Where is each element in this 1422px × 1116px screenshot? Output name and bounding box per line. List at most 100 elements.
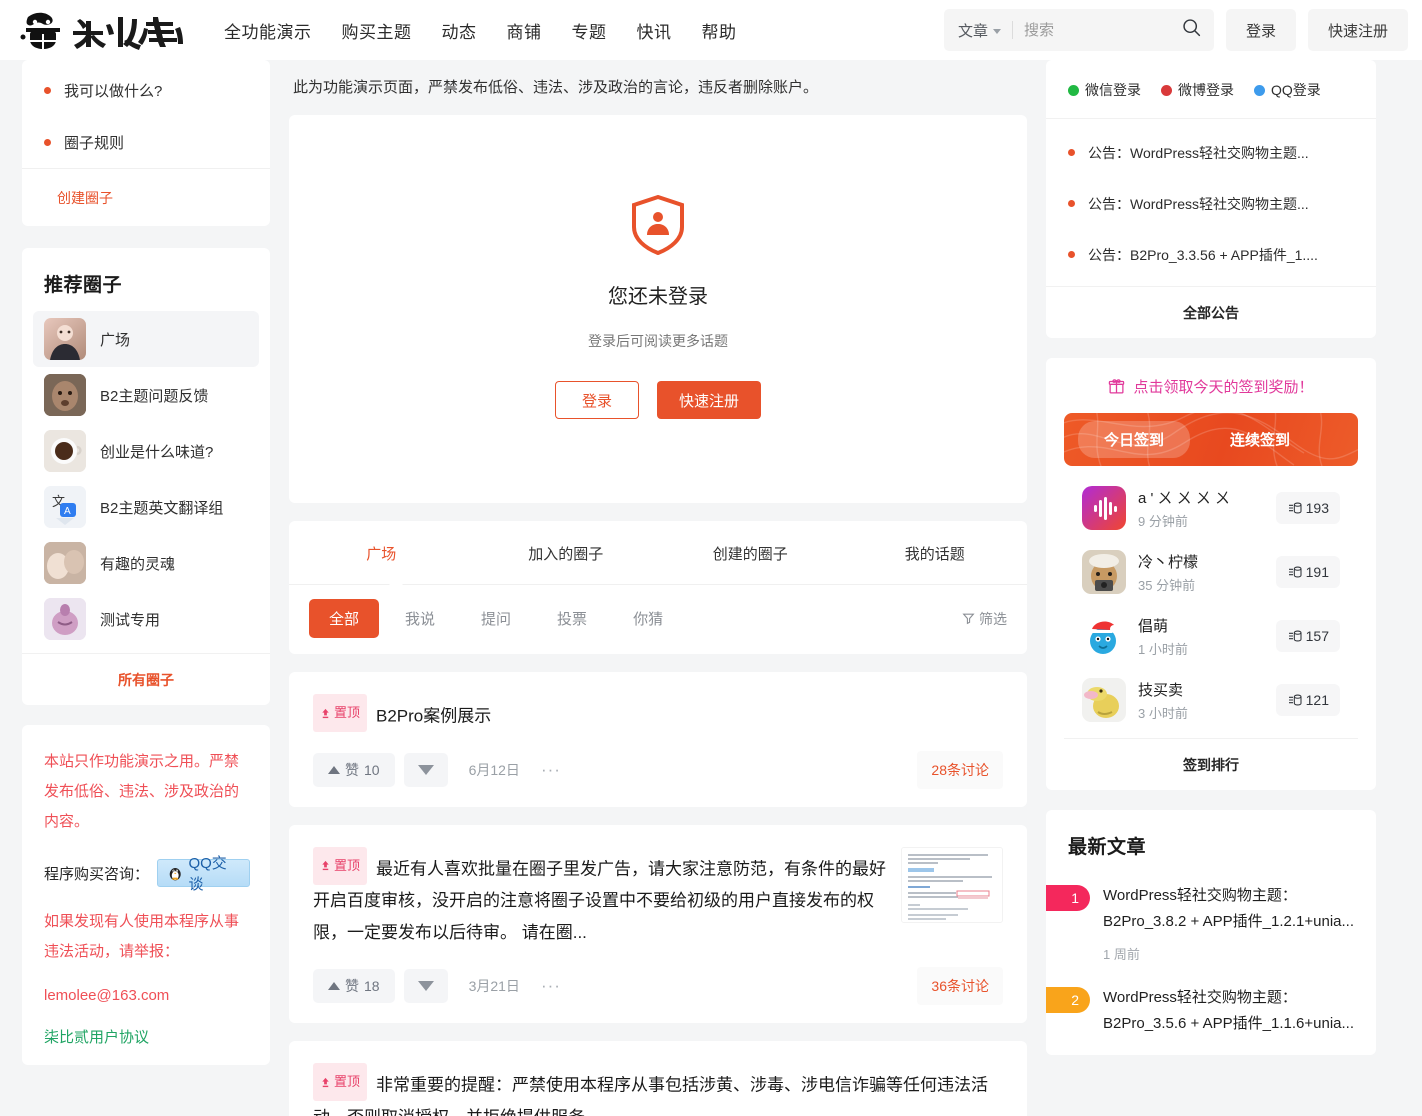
social-label: 微信登录 bbox=[1085, 82, 1141, 98]
circle-item-b2-translation[interactable]: 文A B2主题英文翻译组 bbox=[33, 479, 259, 535]
filter-button[interactable]: 筛选 bbox=[962, 609, 1007, 629]
header-login-button[interactable]: 登录 bbox=[1225, 9, 1296, 51]
post-more-button[interactable]: ··· bbox=[541, 976, 561, 996]
signin-count-badge[interactable]: 193 bbox=[1275, 492, 1340, 524]
all-announcements-link[interactable]: 全部公告 bbox=[1046, 286, 1376, 338]
feed-filter-row: 全部 我说 提问 投票 你猜 筛选 bbox=[289, 585, 1027, 654]
penguin-icon bbox=[169, 867, 181, 880]
signin-reward-link[interactable]: 点击领取今天的签到奖励！ bbox=[1064, 376, 1358, 413]
wechat-dot-icon bbox=[1068, 84, 1079, 96]
post-item[interactable]: 置顶 B2Pro案例展示 赞 10 6月12日 ··· 28条讨论 bbox=[289, 672, 1027, 807]
signin-count-badge[interactable]: 121 bbox=[1275, 684, 1340, 716]
coin-stack-icon bbox=[1288, 630, 1302, 642]
svg-text:A: A bbox=[64, 506, 71, 517]
nav-item-4[interactable]: 专题 bbox=[572, 18, 607, 43]
site-logo[interactable] bbox=[10, 6, 210, 54]
circle-item-startup-taste[interactable]: 创业是什么味道? bbox=[33, 423, 259, 479]
sidebar-item-label: 圈子规则 bbox=[64, 134, 125, 152]
nav-item-3[interactable]: 商铺 bbox=[507, 18, 542, 43]
post-title[interactable]: B2Pro案例展示 bbox=[376, 707, 491, 726]
article-item[interactable]: 2 WordPress轻社交购物主题：B2Pro_3.5.6 + APP插件_1… bbox=[1046, 971, 1376, 1045]
search-category-select[interactable]: 文章 bbox=[958, 20, 1001, 41]
announcement-item[interactable]: 公告：B2Pro_3.3.56 + APP插件_1.... bbox=[1046, 229, 1376, 280]
signin-streak-button[interactable]: 连续签到 bbox=[1230, 429, 1290, 450]
tab-joined-circles[interactable]: 加入的圈子 bbox=[474, 521, 659, 584]
signin-count-badge[interactable]: 157 bbox=[1275, 620, 1340, 652]
signin-user-row[interactable]: 技买卖 3 小时前 121 bbox=[1064, 668, 1358, 732]
report-email[interactable]: lemolee@163.com bbox=[44, 987, 250, 1004]
post-thumbnail[interactable] bbox=[901, 846, 1003, 923]
announcement-label: 公告：WordPress轻社交购物主题... bbox=[1088, 195, 1309, 212]
qq-login-button[interactable]: QQ登录 bbox=[1254, 80, 1321, 100]
left-sidebar: 我可以做什么? 圈子规则 创建圈子 推荐圈子 广场 B2主题问题反馈 创业是什么… bbox=[22, 60, 270, 1116]
post-comments-count[interactable]: 36条讨论 bbox=[917, 967, 1003, 1005]
signin-rank-link[interactable]: 签到排行 bbox=[1064, 738, 1358, 790]
upvote-button[interactable]: 赞 18 bbox=[313, 969, 395, 1003]
post-title-row: 置顶 最近有人喜欢批量在圈子里发广告，请大家注意防范，有条件的最好开启百度审核，… bbox=[313, 846, 887, 950]
post-title[interactable]: 非常重要的提醒：严禁使用本程序从事包括涉黄、涉毒、涉电信诈骗等任何违法活动，否则… bbox=[313, 1076, 988, 1116]
tab-plaza[interactable]: 广场 bbox=[289, 521, 474, 584]
chip-question[interactable]: 提问 bbox=[461, 599, 531, 638]
weibo-login-button[interactable]: 微博登录 bbox=[1161, 80, 1234, 100]
pinned-badge-label: 置顶 bbox=[334, 1074, 361, 1089]
nav-item-2[interactable]: 动态 bbox=[442, 18, 477, 43]
chip-say[interactable]: 我说 bbox=[385, 599, 455, 638]
article-title[interactable]: WordPress轻社交购物主题：B2Pro_3.5.6 + APP插件_1.1… bbox=[1103, 985, 1356, 1037]
qq-chat-button[interactable]: QQ交谈 bbox=[157, 855, 250, 893]
signin-user-list: a ' ㄨ ㄨ ㄨ ㄨ 9 分钟前 193 冷丶柠檬 35 分钟前 191 倡萌… bbox=[1064, 466, 1358, 732]
post-body: 置顶 B2Pro案例展示 bbox=[313, 694, 1003, 733]
feed-tabs: 广场 加入的圈子 创建的圈子 我的话题 bbox=[289, 521, 1027, 585]
circle-item-interesting-souls[interactable]: 有趣的灵魂 bbox=[33, 535, 259, 591]
tab-my-topics[interactable]: 我的话题 bbox=[843, 521, 1028, 584]
search-divider bbox=[1011, 21, 1013, 39]
triangle-up-icon bbox=[328, 982, 340, 990]
create-circle-link[interactable]: 创建圈子 bbox=[22, 168, 270, 226]
bullet-icon bbox=[1068, 251, 1075, 258]
search-input[interactable] bbox=[1023, 21, 1175, 39]
register-button[interactable]: 快速注册 bbox=[657, 381, 762, 419]
sidebar-item-circle-rules[interactable]: 圈子规则 bbox=[22, 116, 270, 168]
post-title[interactable]: 最近有人喜欢批量在圈子里发广告，请大家注意防范，有条件的最好开启百度审核，没开启… bbox=[313, 859, 886, 942]
latest-articles-card: 最新文章 1 WordPress轻社交购物主题：B2Pro_3.8.2 + AP… bbox=[1046, 810, 1376, 1055]
post-item[interactable]: 置顶 非常重要的提醒：严禁使用本程序从事包括涉黄、涉毒、涉电信诈骗等任何违法活动… bbox=[289, 1041, 1027, 1116]
sidebar-item-what-can-i-do[interactable]: 我可以做什么? bbox=[22, 64, 270, 116]
signin-user-row[interactable]: 冷丶柠檬 35 分钟前 191 bbox=[1064, 540, 1358, 604]
avatar bbox=[44, 374, 86, 416]
article-title[interactable]: WordPress轻社交购物主题：B2Pro_3.8.2 + APP插件_1.2… bbox=[1103, 883, 1356, 935]
nav-item-5[interactable]: 快讯 bbox=[637, 18, 672, 43]
nav-item-6[interactable]: 帮助 bbox=[702, 18, 737, 43]
post-more-button[interactable]: ··· bbox=[541, 760, 561, 780]
downvote-button[interactable] bbox=[403, 969, 448, 1003]
circle-item-plaza[interactable]: 广场 bbox=[33, 311, 259, 367]
post-item[interactable]: 置顶 最近有人喜欢批量在圈子里发广告，请大家注意防范，有条件的最好开启百度审核，… bbox=[289, 824, 1027, 1023]
signin-today-button[interactable]: 今日签到 bbox=[1078, 421, 1191, 458]
login-button[interactable]: 登录 bbox=[554, 381, 639, 419]
nav-item-1[interactable]: 购买主题 bbox=[342, 18, 412, 43]
signin-count: 157 bbox=[1305, 628, 1329, 644]
downvote-button[interactable] bbox=[403, 752, 448, 787]
search-icon[interactable] bbox=[1181, 17, 1202, 43]
nav-item-0[interactable]: 全功能演示 bbox=[224, 18, 312, 43]
announcement-item[interactable]: 公告：WordPress轻社交购物主题... bbox=[1046, 178, 1376, 229]
signin-user-row[interactable]: a ' ㄨ ㄨ ㄨ ㄨ 9 分钟前 193 bbox=[1064, 476, 1358, 540]
chip-vote[interactable]: 投票 bbox=[537, 599, 607, 638]
wechat-login-button[interactable]: 微信登录 bbox=[1068, 80, 1141, 100]
post-comments-count[interactable]: 28条讨论 bbox=[917, 750, 1003, 789]
signin-user-name: 技买卖 bbox=[1138, 681, 1184, 699]
user-agreement-link[interactable]: 柒比贰用户协议 bbox=[44, 1026, 250, 1047]
circle-item-test-only[interactable]: 测试专用 bbox=[33, 591, 259, 647]
announcement-item[interactable]: 公告：WordPress轻社交购物主题... bbox=[1046, 127, 1376, 178]
chip-guess[interactable]: 你猜 bbox=[613, 599, 683, 638]
signin-count-badge[interactable]: 191 bbox=[1275, 556, 1340, 588]
circle-item-b2-feedback[interactable]: B2主题问题反馈 bbox=[33, 367, 259, 423]
demo-notice: 此为功能演示页面，严禁发布低俗、违法、涉及政治的言论，违反者删除账户。 bbox=[289, 60, 1027, 115]
article-item[interactable]: 1 WordPress轻社交购物主题：B2Pro_3.8.2 + APP插件_1… bbox=[1046, 873, 1376, 971]
tab-created-circles[interactable]: 创建的圈子 bbox=[658, 521, 843, 584]
chip-all[interactable]: 全部 bbox=[309, 599, 380, 638]
latest-articles-title: 最新文章 bbox=[1068, 837, 1147, 858]
signin-user-row[interactable]: 倡萌 1 小时前 157 bbox=[1064, 604, 1358, 668]
header-register-button[interactable]: 快速注册 bbox=[1307, 9, 1408, 51]
all-circles-link[interactable]: 所有圈子 bbox=[22, 653, 270, 705]
upvote-button[interactable]: 赞 10 bbox=[313, 752, 395, 787]
bullet-icon bbox=[44, 138, 51, 146]
